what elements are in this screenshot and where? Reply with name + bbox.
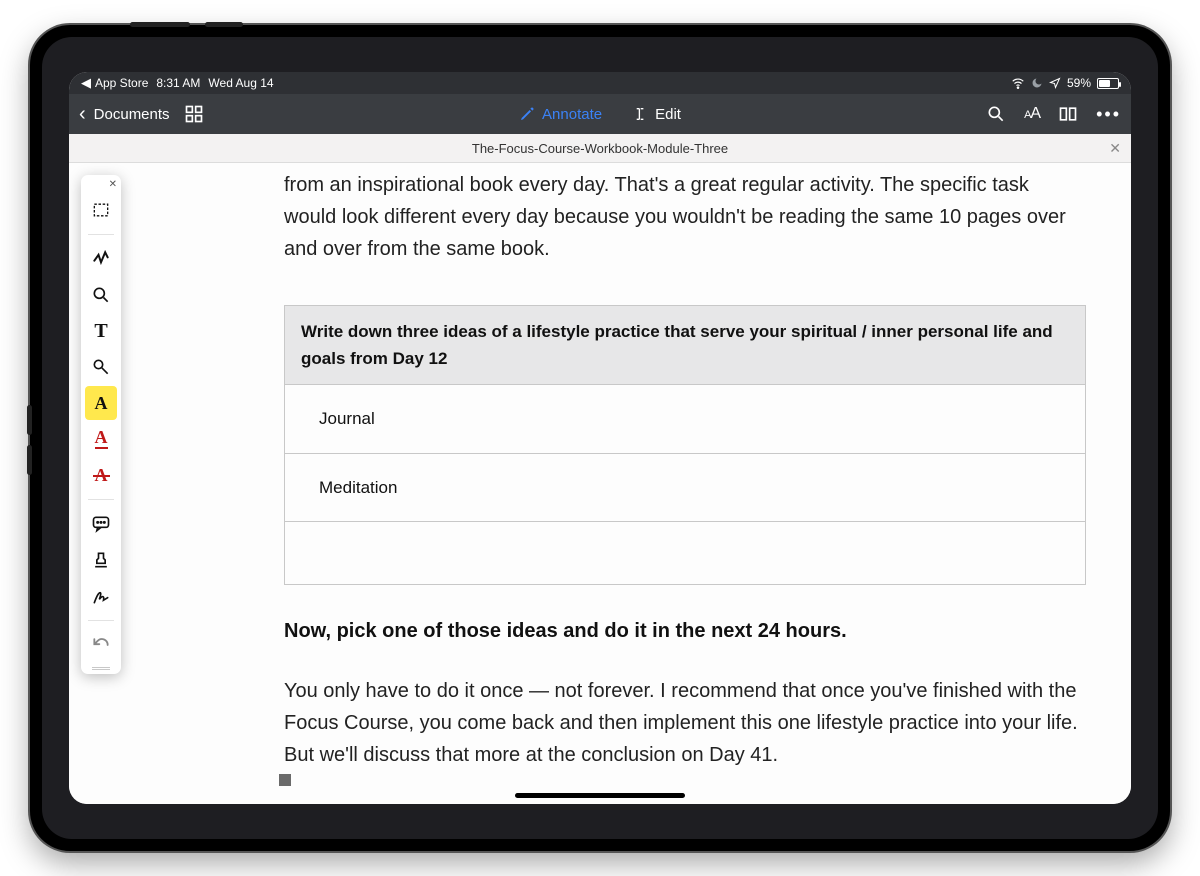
bezel: ◀ App Store 8:31 AM Wed Aug 14 59% ‹ D (42, 37, 1158, 839)
screen: ◀ App Store 8:31 AM Wed Aug 14 59% ‹ D (69, 72, 1131, 804)
body-paragraph-2: You only have to do it once — not foreve… (284, 675, 1086, 771)
tool-comment[interactable] (85, 507, 117, 541)
back-to-app-caret[interactable]: ◀ (81, 75, 91, 91)
worksheet-header: Write down three ideas of a lifestyle pr… (285, 306, 1085, 385)
worksheet-row-1[interactable]: Journal (285, 385, 1085, 453)
location-icon (1049, 77, 1061, 89)
status-date: Wed Aug 14 (208, 76, 273, 90)
battery-icon (1097, 78, 1119, 89)
document-tab[interactable]: The-Focus-Course-Workbook-Module-Three ✕ (69, 134, 1131, 163)
volume-button (130, 22, 190, 27)
palette-separator (88, 234, 114, 235)
document-tab-title: The-Focus-Course-Workbook-Module-Three (472, 141, 728, 156)
pencil-icon (519, 106, 535, 122)
close-tab-icon[interactable]: ✕ (1109, 140, 1121, 157)
mode-annotate-label: Annotate (542, 106, 602, 123)
document-viewport[interactable]: from an inspirational book every day. Th… (69, 163, 1131, 804)
more-menu-icon[interactable]: ••• (1096, 104, 1121, 125)
moon-icon (1031, 77, 1043, 89)
back-documents-label[interactable]: Documents (94, 106, 170, 123)
worksheet-row-3[interactable] (285, 522, 1085, 584)
reader-view-icon[interactable] (1058, 104, 1078, 124)
tool-selection-rect[interactable] (85, 193, 117, 227)
tool-strikethrough-text[interactable]: A (85, 458, 117, 492)
wifi-icon (1011, 76, 1025, 90)
palette-drag-handle[interactable] (92, 667, 110, 670)
page-marker (279, 774, 291, 786)
text-cursor-icon (632, 106, 648, 122)
tool-shape[interactable] (85, 350, 117, 384)
tool-undo[interactable] (85, 628, 117, 662)
tool-magnifier[interactable] (85, 278, 117, 312)
thumbnails-grid-icon[interactable] (184, 104, 204, 124)
status-time: 8:31 AM (156, 76, 200, 90)
power-button (205, 22, 243, 27)
back-to-app-label[interactable]: App Store (95, 76, 148, 90)
search-icon[interactable] (986, 104, 1006, 124)
battery-percent: 59% (1067, 76, 1091, 90)
home-indicator[interactable] (515, 793, 685, 798)
tool-signature[interactable] (85, 579, 117, 613)
worksheet-row-2[interactable]: Meditation (285, 454, 1085, 522)
palette-separator (88, 499, 114, 500)
app-navbar: ‹ Documents Annotate Edit AA (69, 94, 1131, 134)
tool-highlight-text[interactable]: A (85, 386, 117, 420)
mode-edit[interactable]: Edit (632, 106, 681, 123)
mode-edit-label: Edit (655, 106, 681, 123)
tool-draw-scribble[interactable] (85, 242, 117, 276)
side-button-1 (27, 405, 32, 435)
palette-separator (88, 620, 114, 621)
document-page: from an inspirational book every day. Th… (284, 163, 1086, 804)
tool-underline-text[interactable]: A (85, 422, 117, 456)
worksheet-table: Write down three ideas of a lifestyle pr… (284, 305, 1086, 585)
body-paragraph-1: from an inspirational book every day. Th… (284, 169, 1086, 265)
side-button-2 (27, 445, 32, 475)
tool-stamp[interactable] (85, 543, 117, 577)
ipad-device-frame: ◀ App Store 8:31 AM Wed Aug 14 59% ‹ D (30, 25, 1170, 851)
status-bar: ◀ App Store 8:31 AM Wed Aug 14 59% (69, 72, 1131, 94)
tool-text[interactable]: T (85, 314, 117, 348)
close-palette-icon[interactable]: ✕ (109, 179, 117, 190)
font-size-control-icon[interactable]: AA (1024, 105, 1040, 123)
annotation-tool-palette[interactable]: ✕ T (81, 175, 121, 674)
mode-annotate[interactable]: Annotate (519, 106, 602, 123)
back-chevron-icon[interactable]: ‹ (79, 104, 86, 124)
body-heading-pick: Now, pick one of those ideas and do it i… (284, 615, 1086, 647)
